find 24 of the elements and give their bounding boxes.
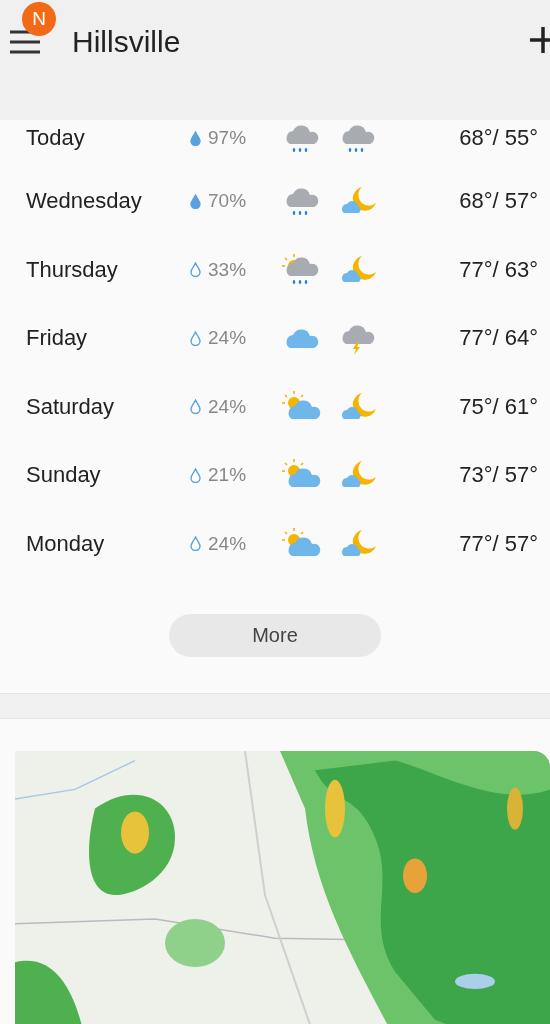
day-name: Friday — [26, 325, 89, 352]
day-name: Sunday — [26, 462, 102, 489]
temperature-range: 68°/ 55° — [458, 125, 538, 151]
day-name: Thursday — [26, 256, 119, 283]
temperature-range: 77°/ 63° — [458, 256, 538, 283]
add-icon[interactable] — [528, 25, 550, 55]
precipitation-chance: 21% — [208, 464, 248, 487]
location-title: Hillsville — [72, 25, 181, 59]
precipitation-chance: 33% — [208, 258, 248, 281]
day-name: Saturday — [26, 393, 116, 420]
precipitation-chance: 24% — [208, 327, 248, 350]
precipitation-chance: 24% — [208, 532, 248, 555]
temperature-range: 68°/ 57° — [458, 188, 538, 215]
precipitation-chance: 24% — [208, 395, 248, 418]
temperature-range: 77°/ 57° — [458, 530, 538, 557]
day-name: Monday — [26, 530, 106, 557]
precipitation-chance: 70% — [208, 190, 248, 213]
temperature-range: 73°/ 57° — [458, 462, 538, 489]
day-name: Today — [26, 125, 86, 151]
temperature-range: 75°/ 61° — [458, 393, 538, 420]
day-name: Wednesday — [26, 188, 143, 215]
temperature-range: 77°/ 64° — [458, 325, 538, 352]
more-button[interactable]: More — [169, 614, 381, 657]
precipitation-chance: 97% — [208, 127, 248, 149]
